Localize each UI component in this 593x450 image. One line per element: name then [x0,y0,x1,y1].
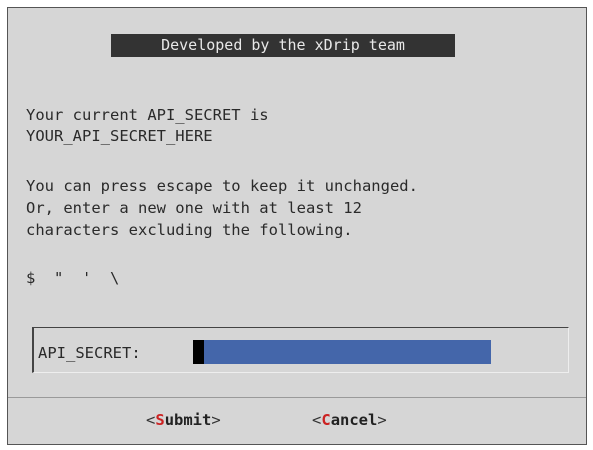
message-line-secret: YOUR_API_SECRET_HERE [26,127,213,145]
cancel-close-bracket: > [377,411,387,429]
cancel-open-bracket: < [312,411,322,429]
cancel-label-rest: ancel [330,411,378,429]
submit-label-rest: ubmit [164,411,212,429]
api-secret-input[interactable] [193,340,491,364]
api-secret-label: API_SECRET: [38,344,141,362]
submit-open-bracket: < [146,411,156,429]
message-line-escape: You can press escape to keep it unchange… [26,177,418,195]
message-line-current: Your current API_SECRET is [26,106,269,124]
submit-close-bracket: > [211,411,221,429]
dialog-title: Developed by the xDrip team [111,34,455,57]
cancel-button[interactable]: <Cancel> [312,410,387,430]
excluded-characters: $ " ' \ [26,269,120,287]
text-cursor [193,340,204,364]
submit-button[interactable]: <Submit> [146,410,221,430]
cancel-hotkey: C [321,411,331,429]
message-line-enter-new: Or, enter a new one with at least 12 [26,199,362,217]
button-divider [8,397,586,398]
message-line-excluding: characters excluding the following. [26,221,353,239]
submit-hotkey: S [155,411,165,429]
